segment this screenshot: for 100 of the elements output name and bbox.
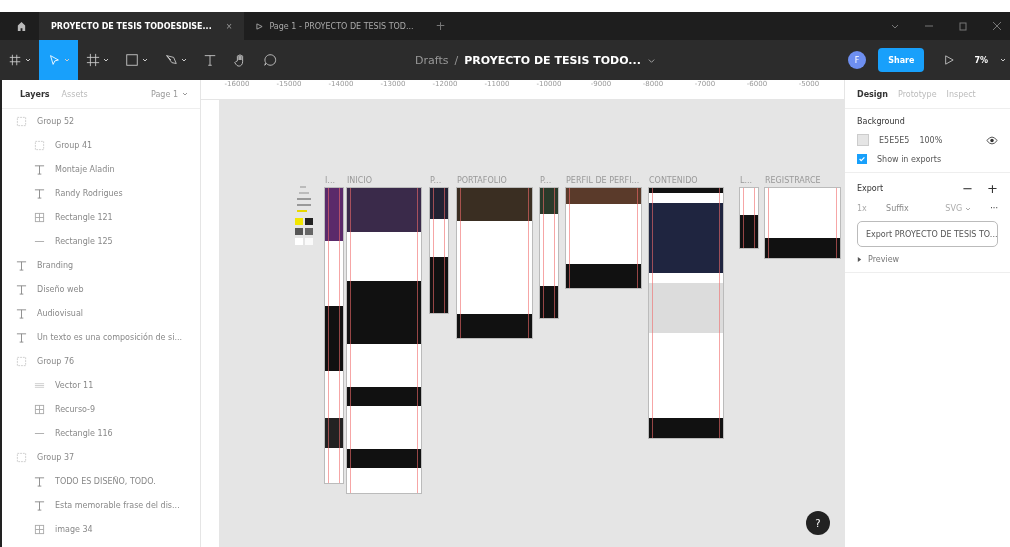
- page-dropdown[interactable]: Page 1: [151, 89, 178, 99]
- image-layer-icon: [34, 211, 45, 223]
- layer-item[interactable]: Montaje Aladin: [2, 157, 200, 181]
- text-layer-icon: [34, 187, 45, 199]
- maximize-icon[interactable]: [958, 21, 968, 31]
- move-tool-icon: [47, 53, 61, 67]
- caret-icon: [103, 57, 109, 63]
- share-button[interactable]: Share: [878, 48, 925, 72]
- layer-item[interactable]: Rectangle 116: [2, 421, 200, 445]
- panel-tab[interactable]: Inspect: [946, 89, 976, 99]
- layer-item[interactable]: Randy Rodrigues: [2, 181, 200, 205]
- frame-label[interactable]: CONTENIDO: [649, 176, 698, 185]
- frame-mockup[interactable]: [765, 188, 840, 258]
- layer-item[interactable]: TODO ES DISEÑO, TODO.: [2, 469, 200, 493]
- main-tool-icon: [8, 53, 22, 67]
- frame-label[interactable]: P...: [430, 176, 442, 185]
- scale-field[interactable]: 1x: [857, 204, 867, 213]
- frame-mockup[interactable]: [325, 188, 343, 483]
- text-tool-icon: [203, 53, 217, 67]
- layer-item[interactable]: Diseño web: [2, 277, 200, 301]
- add-button[interactable]: +: [987, 181, 998, 196]
- breadcrumb-separator: /: [454, 53, 459, 67]
- layer-item[interactable]: Group 37: [2, 445, 200, 469]
- home-icon[interactable]: [16, 20, 27, 32]
- layer-item[interactable]: Branding: [2, 253, 200, 277]
- layer-item[interactable]: Un texto es una composición de si...: [2, 325, 200, 349]
- zoom-dropdown[interactable]: 7%: [974, 55, 988, 65]
- caret-icon: [64, 57, 70, 63]
- text-layer-icon: [16, 307, 27, 319]
- caret-icon: [142, 57, 148, 63]
- file-tab[interactable]: Page 1 - PROYECTO DE TESIS TOD...: [244, 12, 426, 40]
- frame-label[interactable]: P...: [540, 176, 552, 185]
- section-title: Background: [857, 117, 906, 126]
- caret-icon: [25, 57, 31, 63]
- text-layer-icon: [16, 259, 27, 271]
- eye-icon[interactable]: [986, 135, 998, 145]
- more-button[interactable]: ···: [990, 204, 998, 213]
- caret-icon: [181, 57, 187, 63]
- frame-mockup[interactable]: [566, 188, 641, 288]
- preview-toggle[interactable]: Preview: [857, 255, 998, 264]
- color-swatch[interactable]: [857, 134, 869, 146]
- close-icon[interactable]: [992, 21, 1002, 31]
- new-tab-button[interactable]: +: [435, 19, 446, 33]
- help-button[interactable]: ?: [806, 511, 830, 535]
- text-layer-icon: [34, 475, 45, 487]
- layer-item[interactable]: Rectangle 121: [2, 205, 200, 229]
- frame-label[interactable]: I...: [325, 176, 335, 185]
- panel-tab[interactable]: Prototype: [898, 89, 937, 99]
- export-button[interactable]: Export PROYECTO DE TESIS TO...: [857, 221, 998, 247]
- layer-item[interactable]: Rectangle 125: [2, 229, 200, 253]
- image-layer-icon: [34, 523, 45, 535]
- group-layer-icon: [16, 115, 27, 127]
- image-layer-icon: [34, 403, 45, 415]
- frame-tool-icon: [86, 53, 100, 67]
- layer-item[interactable]: Audiovisual: [2, 301, 200, 325]
- layer-item[interactable]: Group 52: [2, 109, 200, 133]
- breadcrumb-link[interactable]: Drafts: [415, 53, 449, 67]
- remove-button[interactable]: −: [962, 181, 974, 196]
- section-title: Export: [857, 184, 884, 193]
- opacity-value[interactable]: 100%: [919, 135, 943, 145]
- frame-label[interactable]: REGISTRARCE: [765, 176, 821, 185]
- play-icon: [256, 22, 264, 30]
- format-dropdown[interactable]: SVG: [945, 204, 963, 213]
- frame-mockup[interactable]: [457, 188, 532, 338]
- layer-item[interactable]: Group 41: [2, 133, 200, 157]
- frame-label[interactable]: INICIO: [347, 176, 372, 185]
- file-tab[interactable]: PROYECTO DE TESIS TODOESDISE... ×: [39, 12, 245, 40]
- layer-item[interactable]: Esta memorable frase del dis...: [2, 493, 200, 517]
- file-name[interactable]: PROYECTO DE TESIS TODO...: [464, 53, 641, 67]
- text-layer-icon: [16, 331, 27, 343]
- panel-tab[interactable]: Layers: [20, 89, 50, 99]
- frame-mockup[interactable]: [740, 188, 758, 248]
- group-layer-icon: [16, 451, 27, 463]
- layer-item[interactable]: Vector 11: [2, 373, 200, 397]
- checkbox-label: Show in exports: [877, 154, 942, 164]
- caret-icon[interactable]: [1000, 57, 1006, 63]
- frame-label[interactable]: PERFIL DE PERFI...: [566, 176, 640, 185]
- frame-mockup[interactable]: [540, 188, 558, 318]
- panel-tab[interactable]: Assets: [61, 89, 88, 99]
- play-icon[interactable]: [944, 55, 955, 65]
- checkbox[interactable]: [857, 154, 867, 164]
- panel-tab[interactable]: Design: [857, 89, 888, 99]
- style-guide-drawing[interactable]: [295, 186, 315, 248]
- frame-mockup[interactable]: [649, 188, 723, 438]
- text-layer-icon: [34, 499, 45, 511]
- user-avatar[interactable]: F: [848, 51, 867, 69]
- text-layer-icon: [34, 163, 45, 175]
- shape-tool-icon: [125, 53, 139, 67]
- layer-item[interactable]: Recurso-9: [2, 397, 200, 421]
- group-layer-icon: [16, 355, 27, 367]
- pen-tool-icon: [164, 53, 178, 67]
- frame-mockup[interactable]: [430, 188, 448, 313]
- frame-mockup[interactable]: [347, 188, 421, 493]
- layer-item[interactable]: Group 76: [2, 349, 200, 373]
- group-layer-icon: [34, 139, 45, 151]
- frame-label[interactable]: L...: [740, 176, 753, 185]
- frame-label[interactable]: PORTAFOLIO: [457, 176, 507, 185]
- text-layer-icon: [16, 283, 27, 295]
- layer-item[interactable]: image 34: [2, 517, 200, 541]
- hex-value[interactable]: E5E5E5: [879, 135, 910, 145]
